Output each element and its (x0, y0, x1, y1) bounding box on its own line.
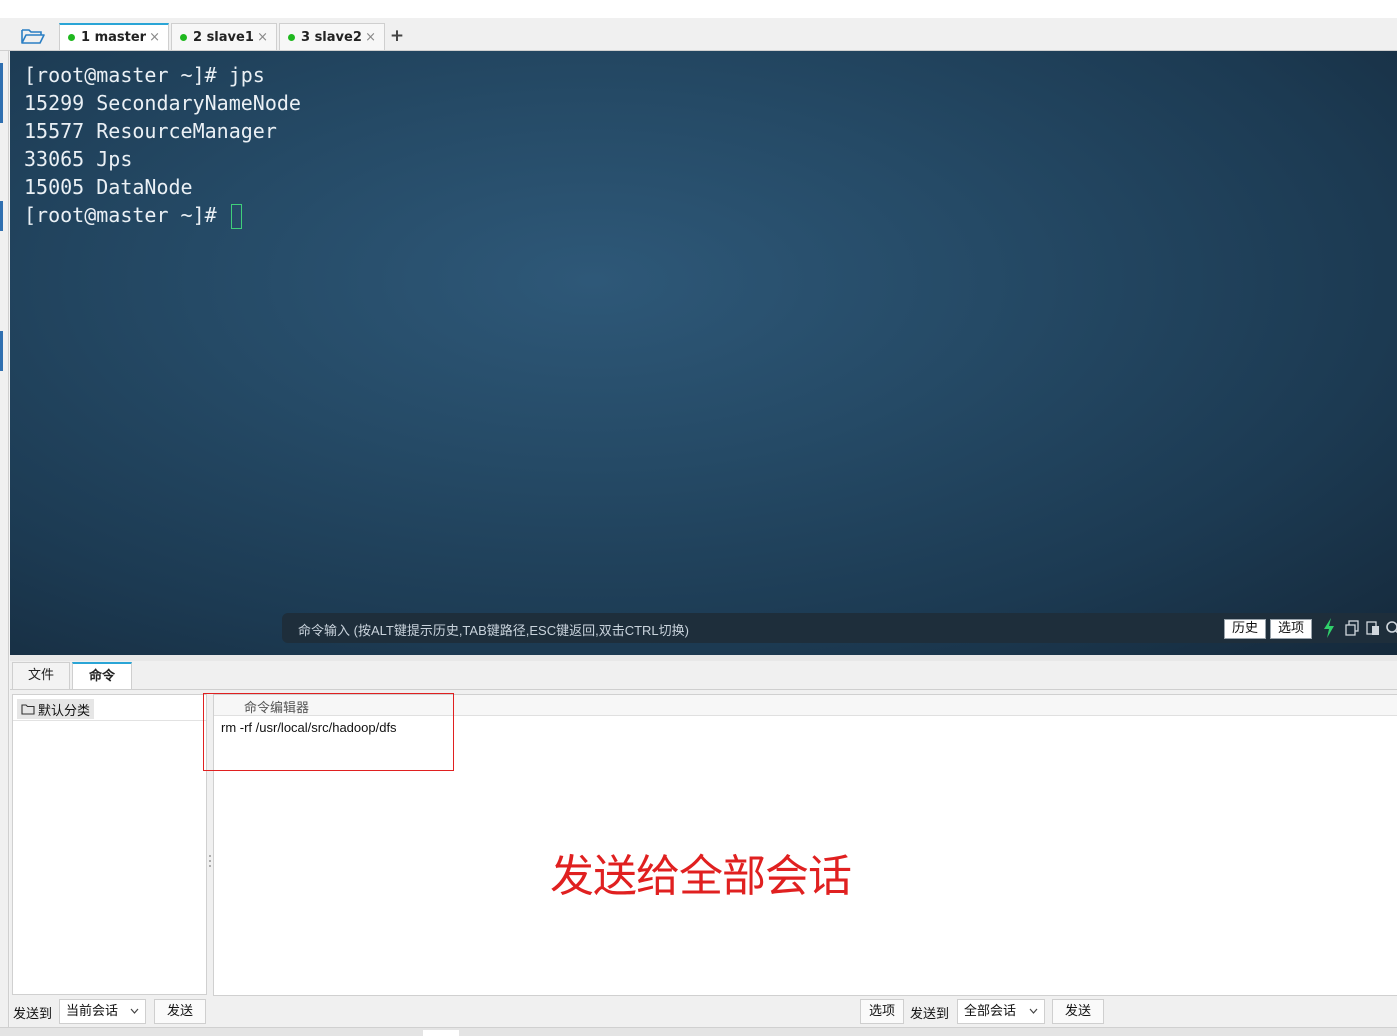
terminal-line: [root@master ~]# jps (24, 63, 265, 87)
search-icon[interactable] (1385, 620, 1397, 636)
highlight-box (203, 693, 454, 771)
status-dot-icon (68, 34, 75, 41)
terminal-line: 15299 SecondaryNameNode (24, 91, 301, 115)
send-button-current[interactable]: 发送 (154, 999, 206, 1024)
tab-master[interactable]: 1 master × (59, 23, 169, 50)
tab-commands[interactable]: 命令 (72, 662, 132, 689)
send-target-select-all[interactable]: 全部会话 (957, 999, 1045, 1024)
left-gutter (0, 51, 9, 1030)
close-icon[interactable]: × (149, 30, 160, 45)
top-strip (0, 0, 1397, 18)
terminal-line: 33065 Jps (24, 147, 133, 171)
splitter-grip-icon[interactable] (873, 656, 889, 666)
command-input-bar[interactable]: 命令输入 (按ALT键提示历史,TAB键路径,ESC键返回,双击CTRL切换) … (282, 613, 1397, 643)
options-button[interactable]: 选项 (1270, 619, 1313, 639)
terminal-view[interactable]: [root@master ~]# jps 15299 SecondaryName… (10, 51, 1397, 655)
chevron-down-icon (130, 1008, 139, 1014)
category-label: 默认分类 (38, 703, 91, 719)
tab-files[interactable]: 文件 (12, 662, 70, 689)
tab-slave2[interactable]: 3 slave2 × (279, 23, 385, 50)
toolbar-options-button[interactable]: 选项 (860, 999, 904, 1024)
terminal-output: [root@master ~]# jps 15299 SecondaryName… (24, 61, 301, 229)
lightning-icon[interactable] (1322, 617, 1336, 639)
paste-icon[interactable] (1365, 620, 1381, 636)
status-dot-icon (288, 33, 295, 41)
send-button-all[interactable]: 发送 (1052, 999, 1104, 1024)
send-to-label-right: 发送到 (910, 1007, 950, 1022)
close-icon[interactable]: × (257, 30, 268, 45)
tab-slave1[interactable]: 2 slave1 × (171, 23, 277, 50)
tab-divider (10, 689, 1397, 690)
copy-icon[interactable] (1344, 620, 1360, 636)
annotation-text: 发送给全部会话 (550, 851, 852, 902)
close-icon[interactable]: × (365, 30, 376, 45)
category-default[interactable]: 默认分类 (17, 699, 95, 719)
tab-label: 3 slave2 (301, 29, 362, 45)
terminal-prompt-line: [root@master ~]# (24, 201, 301, 229)
history-button[interactable]: 历史 (1224, 619, 1267, 639)
send-target-value: 全部会话 (964, 1004, 1017, 1019)
status-bar (0, 1027, 1397, 1036)
status-dot-icon (180, 33, 187, 41)
send-target-select-current[interactable]: 当前会话 (59, 999, 146, 1024)
terminal-prompt: [root@master ~]# (24, 203, 229, 227)
send-target-value: 当前会话 (66, 1004, 119, 1019)
send-to-label: 发送到 (13, 1007, 53, 1022)
tab-label: 2 slave1 (193, 29, 254, 45)
chevron-down-icon (1029, 1008, 1038, 1014)
folder-open-icon[interactable] (20, 26, 46, 46)
terminal-cursor (230, 204, 242, 229)
tab-label: 1 master (81, 30, 147, 45)
folder-icon (21, 704, 35, 715)
terminal-line: 15577 ResourceManager (24, 119, 277, 143)
terminal-line: 15005 DataNode (24, 175, 193, 199)
add-tab-icon[interactable]: + (388, 26, 406, 46)
command-input-hint: 命令输入 (按ALT键提示历史,TAB键路径,ESC键返回,双击CTRL切换) (298, 623, 689, 638)
category-tree: 默认分类 (12, 694, 207, 995)
